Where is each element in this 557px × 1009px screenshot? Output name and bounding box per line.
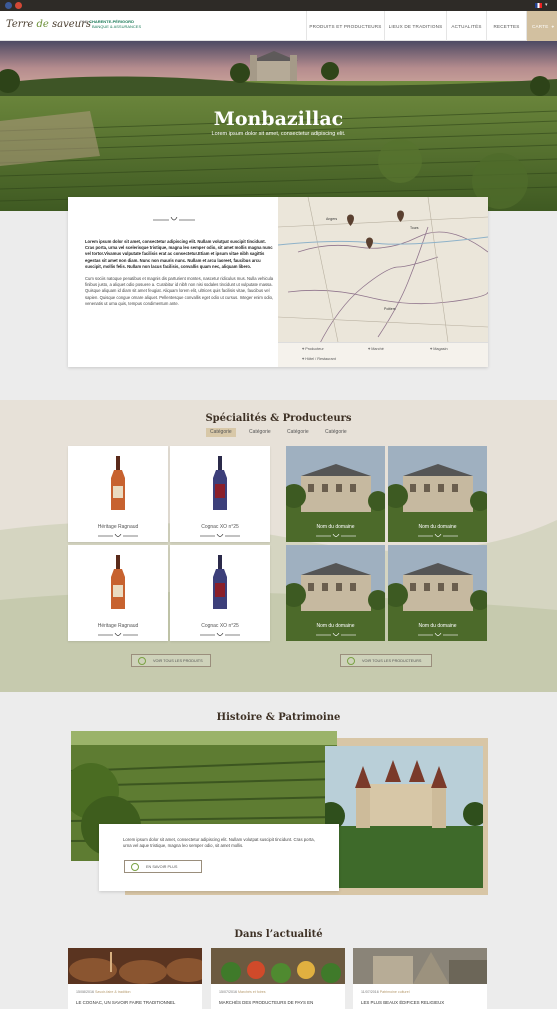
nav-actualites[interactable]: ACTUALITÉS: [446, 11, 486, 41]
ornament-divider: [200, 534, 240, 537]
partner-logo: PAR CHARENTE-PÉRIGORD BANQUE & ASSURANCE…: [80, 19, 142, 29]
product-tile[interactable]: Cognac XO n°25: [170, 446, 270, 542]
hero-title: Monbazillac: [213, 108, 344, 130]
map-pin-icon: ⌖: [551, 23, 555, 29]
map-legend: ⌖ Producteur ⌖ Marché ⌖ Magasin ⌖ Hôtel …: [278, 342, 488, 367]
intro-text: Lorem ipsum dolor sit amet, consectetur …: [85, 239, 274, 306]
news-card[interactable]: 15/07/2016 Marchés et foires MARCHÉS DES…: [211, 948, 345, 1009]
producer-tile[interactable]: Nom du domaine: [388, 446, 487, 542]
category-tab[interactable]: Catégorie: [321, 428, 351, 437]
legend-producteur[interactable]: ⌖ Producteur: [302, 347, 324, 351]
google-plus-icon[interactable]: [15, 2, 22, 9]
product-tile[interactable]: Héritage Ragnaud: [68, 545, 168, 641]
histoire-panel: Lorem ipsum dolor sit amet, consectetur …: [99, 824, 339, 891]
legend-magasin[interactable]: ⌖ Magasin: [430, 347, 448, 351]
ornament-divider: [98, 633, 138, 636]
facebook-icon[interactable]: [5, 2, 12, 9]
map-marker-icon[interactable]: [397, 210, 404, 223]
category-tab[interactable]: Catégorie: [245, 428, 275, 437]
bottle-image: [111, 555, 125, 609]
category-tab[interactable]: Catégorie: [283, 428, 313, 437]
producer-tile[interactable]: Nom du domaine: [388, 545, 487, 641]
producer-tile[interactable]: Nom du domaine: [286, 545, 385, 641]
category-tab[interactable]: Catégorie: [206, 428, 236, 437]
map-marker-icon[interactable]: [347, 214, 354, 227]
city-label: Angers: [326, 217, 338, 221]
actualite-title: Dans l’actualité: [234, 929, 323, 940]
product-tile[interactable]: Cognac XO n°25: [170, 545, 270, 641]
site-header: Terre de saveurs PAR CHARENTE-PÉRIGORD B…: [0, 11, 557, 41]
hero-subtitle: Lorem ipsum dolor sit amet, consectetur …: [211, 131, 346, 137]
news-image: [68, 948, 202, 984]
bottle-image: [213, 456, 227, 510]
ornament-divider: [316, 534, 356, 537]
city-label: Poitiers: [384, 307, 396, 311]
ornament-divider: [418, 633, 458, 636]
circle-icon: [347, 657, 355, 665]
chevron-down-icon[interactable]: ▾: [545, 2, 548, 8]
top-bar: ▾: [0, 0, 557, 11]
nav-recettes[interactable]: RECETTES: [486, 11, 526, 41]
ornament-divider: [98, 534, 138, 537]
ornament-divider: [316, 633, 356, 636]
ornament-divider: [200, 633, 240, 636]
en-savoir-plus-button[interactable]: EN SAVOIR PLUS: [124, 860, 202, 873]
bottle-image: [213, 555, 227, 609]
legend-hotel[interactable]: ⌖ Hôtel / Restaurant: [302, 357, 336, 361]
news-card[interactable]: 11/07/2016 Patrimoine culturel LES PLUS …: [353, 948, 487, 1009]
legend-marche[interactable]: ⌖ Marché: [368, 347, 384, 351]
region-map[interactable]: Angers Tours Poitiers ⌖ Producteur ⌖ Mar…: [278, 197, 488, 367]
map-marker-icon[interactable]: [366, 237, 373, 250]
news-card[interactable]: 15/08/2016 Savoir-faire & tradition LE C…: [68, 948, 202, 1009]
city-label: Tours: [410, 226, 419, 230]
news-image: [353, 948, 487, 984]
nav-produits[interactable]: PRODUITS ET PRODUCTEURS: [306, 11, 384, 41]
view-all-products-button[interactable]: VOIR TOUS LES PRODUITS: [131, 654, 211, 667]
chateau-monbazillac-image: [325, 746, 483, 888]
logo[interactable]: Terre de saveurs: [6, 19, 91, 30]
histoire-text: Lorem ipsum dolor sit amet, consectetur …: [123, 837, 315, 849]
specialites-title: Spécialités & Producteurs: [205, 413, 352, 424]
french-flag-icon[interactable]: [535, 3, 542, 8]
circle-icon: [138, 657, 146, 665]
circle-icon: [131, 863, 139, 871]
histoire-title: Histoire & Patrimoine: [216, 712, 341, 723]
bottle-image: [111, 456, 125, 510]
ornament-divider: [418, 534, 458, 537]
intro-card: Lorem ipsum dolor sit amet, consectetur …: [68, 197, 488, 367]
ornament-divider: [153, 217, 195, 221]
nav-lieux[interactable]: LIEUX DE TRADITIONS: [384, 11, 446, 41]
producer-tile[interactable]: Nom du domaine: [286, 446, 385, 542]
news-image: [211, 948, 345, 984]
nav-carte[interactable]: CARTE ⌖: [526, 11, 557, 41]
view-all-producers-button[interactable]: VOIR TOUS LES PRODUCTEURS: [340, 654, 432, 667]
product-tile[interactable]: Héritage Ragnaud: [68, 446, 168, 542]
